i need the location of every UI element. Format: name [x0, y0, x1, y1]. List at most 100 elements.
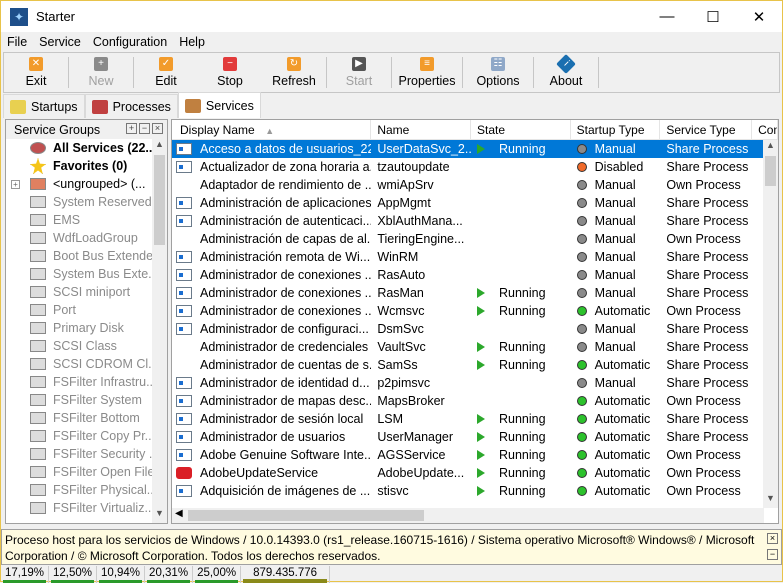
exit-button[interactable]: ✕ Exit — [4, 53, 68, 92]
service-name: tzautoupdate — [377, 160, 450, 174]
group-item[interactable]: Favorites (0) — [6, 157, 167, 175]
refresh-button[interactable]: ↻ Refresh — [262, 53, 326, 92]
menu-service[interactable]: Service — [33, 35, 87, 49]
close-info-button[interactable]: × — [767, 533, 778, 544]
group-item[interactable]: Primary Disk — [6, 319, 167, 337]
display-name-cell: Actualizador de zona horaria a... — [172, 158, 371, 176]
group-item[interactable]: WdfLoadGroup — [6, 229, 167, 247]
expand-icon[interactable]: + — [11, 179, 20, 189]
service-row[interactable]: Administrador de conexiones ... Wcmsvc Run… — [172, 302, 778, 320]
new-button[interactable]: + New — [69, 53, 133, 92]
close-button[interactable]: ✕ — [736, 1, 782, 32]
service-row[interactable]: Administrador de sesión local LSM Running A… — [172, 410, 778, 428]
group-item[interactable]: FSFilter Copy Pr... — [6, 427, 167, 445]
service-row[interactable]: Administrador de conexiones ... RasMan Run… — [172, 284, 778, 302]
display-name: Administración de autenticaci... — [200, 214, 372, 228]
group-item[interactable]: FSFilter System — [6, 391, 167, 409]
state-label: Running — [498, 448, 546, 462]
services-hscrollbar[interactable]: ◀ — [172, 508, 764, 523]
group-label: WdfLoadGroup — [53, 231, 138, 245]
groups-scrollbar[interactable]: ▲ ▼ — [152, 139, 167, 523]
group-item[interactable]: FSFilter Bottom — [6, 409, 167, 427]
display-name: Adaptador de rendimiento de ... — [200, 178, 372, 192]
start-button[interactable]: ▶ Start — [327, 53, 391, 92]
service-row[interactable]: Adaptador de rendimiento de ... wmiApSrv M… — [172, 176, 778, 194]
menu-file[interactable]: File — [1, 35, 33, 49]
service-row[interactable]: Adquisición de imágenes de ... stisvc Runn… — [172, 482, 778, 500]
collapse-all-button[interactable]: − — [139, 123, 150, 134]
service-row[interactable]: Acceso a datos de usuarios_22... UserData… — [172, 140, 778, 158]
menu-configuration[interactable]: Configuration — [87, 35, 173, 49]
startup-status-dot-icon — [576, 324, 587, 334]
column-header-display-name[interactable]: Display Name ▲ — [172, 120, 372, 139]
scroll-thumb[interactable] — [154, 155, 165, 245]
minimize-button[interactable]: — — [644, 1, 690, 32]
service-row[interactable]: Administrador de conexiones ... RasAuto Ma… — [172, 266, 778, 284]
group-item[interactable]: FSFilter Security ... — [6, 445, 167, 463]
collapse-info-button[interactable]: − — [767, 549, 778, 560]
group-item[interactable]: All Services (22... — [6, 139, 167, 157]
properties-button[interactable]: ≡ Properties — [392, 53, 462, 92]
display-name-cell: Acceso a datos de usuarios_22... — [172, 140, 371, 158]
service-type: Own Process — [666, 232, 741, 246]
group-item[interactable]: FSFilter Open File — [6, 463, 167, 481]
scroll-down-icon[interactable]: ▼ — [763, 493, 778, 508]
options-button[interactable]: ☷ Options — [463, 53, 533, 92]
service-row[interactable]: Administrador de configuraci... DsmSvc Man… — [172, 320, 778, 338]
group-item[interactable]: FSFilter Virtualiz... — [6, 499, 167, 517]
service-row[interactable]: Administración remota de Wi... WinRM Manua… — [172, 248, 778, 266]
edit-button[interactable]: ✓ Edit — [134, 53, 198, 92]
column-header-state[interactable]: State — [471, 120, 571, 139]
group-item[interactable]: + <ungrouped> (... — [6, 175, 167, 193]
scroll-up-icon[interactable]: ▲ — [763, 140, 778, 155]
group-item[interactable]: System Bus Exte... — [6, 265, 167, 283]
service-row[interactable]: Adobe Genuine Software Inte... AGSService… — [172, 446, 778, 464]
folder-icon — [30, 430, 46, 442]
group-item[interactable]: Port — [6, 301, 167, 319]
display-name-cell: Adaptador de rendimiento de ... — [172, 176, 371, 194]
exit-icon: ✕ — [29, 57, 43, 71]
services-vscrollbar[interactable]: ▲ ▼ — [763, 140, 778, 508]
service-row[interactable]: Administrador de cuentas de s... SamSs Run… — [172, 356, 778, 374]
state-label: Running — [498, 430, 546, 444]
tab-processes[interactable]: Processes — [84, 94, 178, 118]
display-name-cell: Administrador de identidad d... — [172, 374, 371, 392]
service-type: Share Process — [666, 250, 749, 264]
group-item[interactable]: FSFilter Infrastru... — [6, 373, 167, 391]
group-item[interactable]: System Reserved — [6, 193, 167, 211]
menu-help[interactable]: Help — [173, 35, 211, 49]
scroll-thumb[interactable] — [188, 510, 424, 521]
scroll-thumb[interactable] — [765, 156, 776, 186]
service-row[interactable]: Administrador de mapas desc... MapsBroker… — [172, 392, 778, 410]
scroll-left-icon[interactable]: ◀ — [175, 508, 183, 519]
group-item[interactable]: EMS — [6, 211, 167, 229]
column-header-name[interactable]: Name — [371, 120, 471, 139]
tab-startups[interactable]: Startups — [3, 94, 85, 118]
tab-services[interactable]: Services — [177, 92, 261, 118]
column-header-startup-type[interactable]: Startup Type — [571, 120, 661, 139]
service-row[interactable]: Administrador de credenciales VaultSvc Run… — [172, 338, 778, 356]
service-row[interactable]: Administración de aplicaciones AppMgmt Man… — [172, 194, 778, 212]
service-row[interactable]: Administración de capas de al... TieringE… — [172, 230, 778, 248]
about-button[interactable]: i About — [534, 53, 598, 92]
expand-all-button[interactable]: + — [126, 123, 137, 134]
scroll-down-icon[interactable]: ▼ — [152, 508, 167, 523]
group-item[interactable]: SCSI miniport — [6, 283, 167, 301]
close-panel-button[interactable]: × — [152, 123, 163, 134]
column-header-service-type[interactable]: Service Type — [660, 120, 753, 139]
group-item[interactable]: Boot Bus Extender — [6, 247, 167, 265]
service-row[interactable]: Administrador de identidad d... p2pimsvc M… — [172, 374, 778, 392]
scroll-up-icon[interactable]: ▲ — [152, 139, 167, 154]
maximize-button[interactable]: ☐ — [690, 1, 736, 32]
service-row[interactable]: Administración de autenticaci... XblAuthM… — [172, 212, 778, 230]
cpu-usage-value: 25,00% — [197, 567, 237, 579]
group-item[interactable]: SCSI Class — [6, 337, 167, 355]
service-row[interactable]: Administrador de usuarios UserManager Runn… — [172, 428, 778, 446]
info-panel: Proceso host para los servicios de Windo… — [1, 529, 782, 565]
column-header-con[interactable]: Con — [752, 120, 778, 139]
stop-button[interactable]: − Stop — [198, 53, 262, 92]
group-item[interactable]: FSFilter Physical... — [6, 481, 167, 499]
service-row[interactable]: AdobeUpdateService AdobeUpdate... Running A… — [172, 464, 778, 482]
service-row[interactable]: Actualizador de zona horaria a... tzautou… — [172, 158, 778, 176]
group-item[interactable]: SCSI CDROM Cl... — [6, 355, 167, 373]
